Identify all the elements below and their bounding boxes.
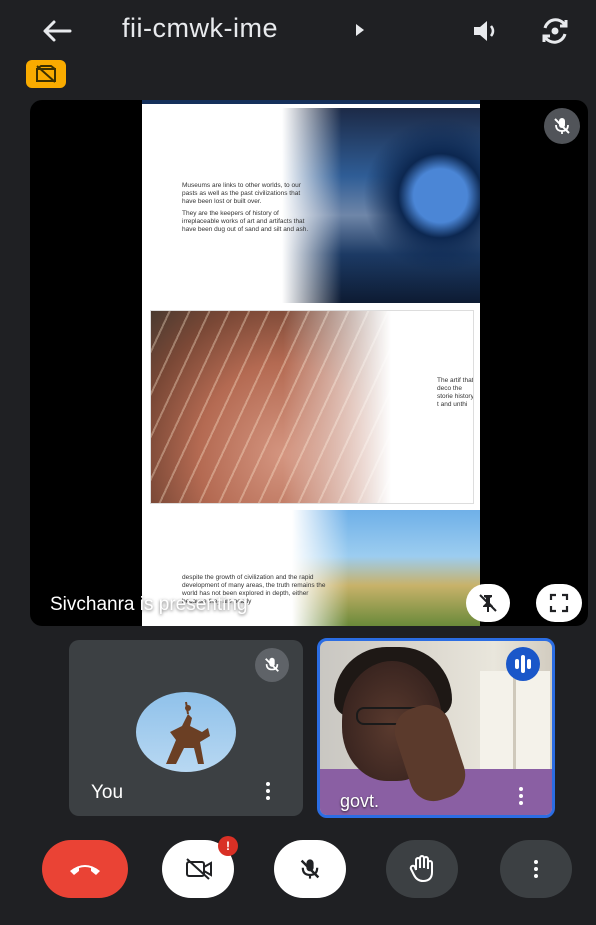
mic-off-icon (265, 657, 279, 672)
no-recording-icon (36, 65, 56, 83)
fullscreen-icon (549, 593, 569, 613)
arrow-left-icon (43, 20, 72, 42)
switch-camera-icon (542, 18, 568, 44)
unpin-button[interactable] (466, 584, 510, 622)
artifact-image (151, 311, 391, 503)
fullscreen-button[interactable] (536, 584, 582, 622)
slide-panel-artifact: The artif that deco the storie history, … (150, 310, 474, 504)
host-controls-badge[interactable] (26, 60, 66, 88)
avatar (136, 692, 236, 772)
slide-bullet: Museums are links to other worlds, to ou… (182, 182, 301, 205)
camera-notification-badge: ! (218, 836, 238, 856)
caret-right-icon[interactable] (356, 24, 364, 36)
raise-hand-button[interactable] (386, 840, 458, 898)
call-end-icon (70, 865, 100, 875)
slide-bullet: They are the keepers of history of irrep… (182, 210, 309, 233)
toggle-mic-button[interactable] (274, 840, 346, 898)
presenter-muted-indicator (544, 108, 580, 144)
end-call-button[interactable] (42, 840, 128, 898)
participant-tile-govt[interactable]: govt. (317, 638, 555, 818)
more-vert-icon[interactable] (265, 780, 271, 802)
slide-top-border (142, 100, 480, 104)
volume-icon (474, 21, 495, 41)
slide-bullet: The artif that deco the storie history, … (437, 377, 474, 408)
top-bar: fii-cmwk-ime (0, 0, 596, 64)
background-window (480, 671, 550, 771)
videocam-off-icon (186, 858, 212, 880)
muted-indicator (255, 648, 289, 682)
meeting-code-title[interactable]: fii-cmwk-ime (122, 13, 278, 44)
participant-tile-you[interactable]: You (69, 640, 303, 816)
switch-camera-button[interactable] (538, 14, 572, 48)
slide-text-block-2: The artif that deco the storie history, … (437, 377, 474, 409)
slide-text-block-1: Museums are links to other worlds, to ou… (182, 182, 312, 234)
more-options-button[interactable] (500, 840, 572, 898)
speaker-button[interactable] (470, 16, 502, 46)
hand-icon (409, 855, 433, 882)
back-button[interactable] (40, 16, 74, 46)
participant-name: You (91, 782, 124, 803)
civilization-image (292, 510, 480, 626)
unpin-icon (479, 594, 497, 612)
presentation-stage[interactable]: Museums are links to other worlds, to ou… (30, 100, 588, 626)
more-vert-icon[interactable] (518, 785, 524, 807)
participant-name: govt. (340, 791, 380, 811)
more-vert-icon (533, 858, 539, 880)
audio-level-icon (506, 647, 540, 681)
presenting-label: Sivchanra is presenting (50, 594, 248, 615)
mic-off-icon (300, 859, 320, 879)
mic-off-icon (554, 118, 570, 134)
slide-panel-museum: Museums are links to other worlds, to ou… (142, 108, 480, 303)
shared-slide: Museums are links to other worlds, to ou… (142, 100, 480, 626)
statue-avatar-image (166, 701, 210, 764)
